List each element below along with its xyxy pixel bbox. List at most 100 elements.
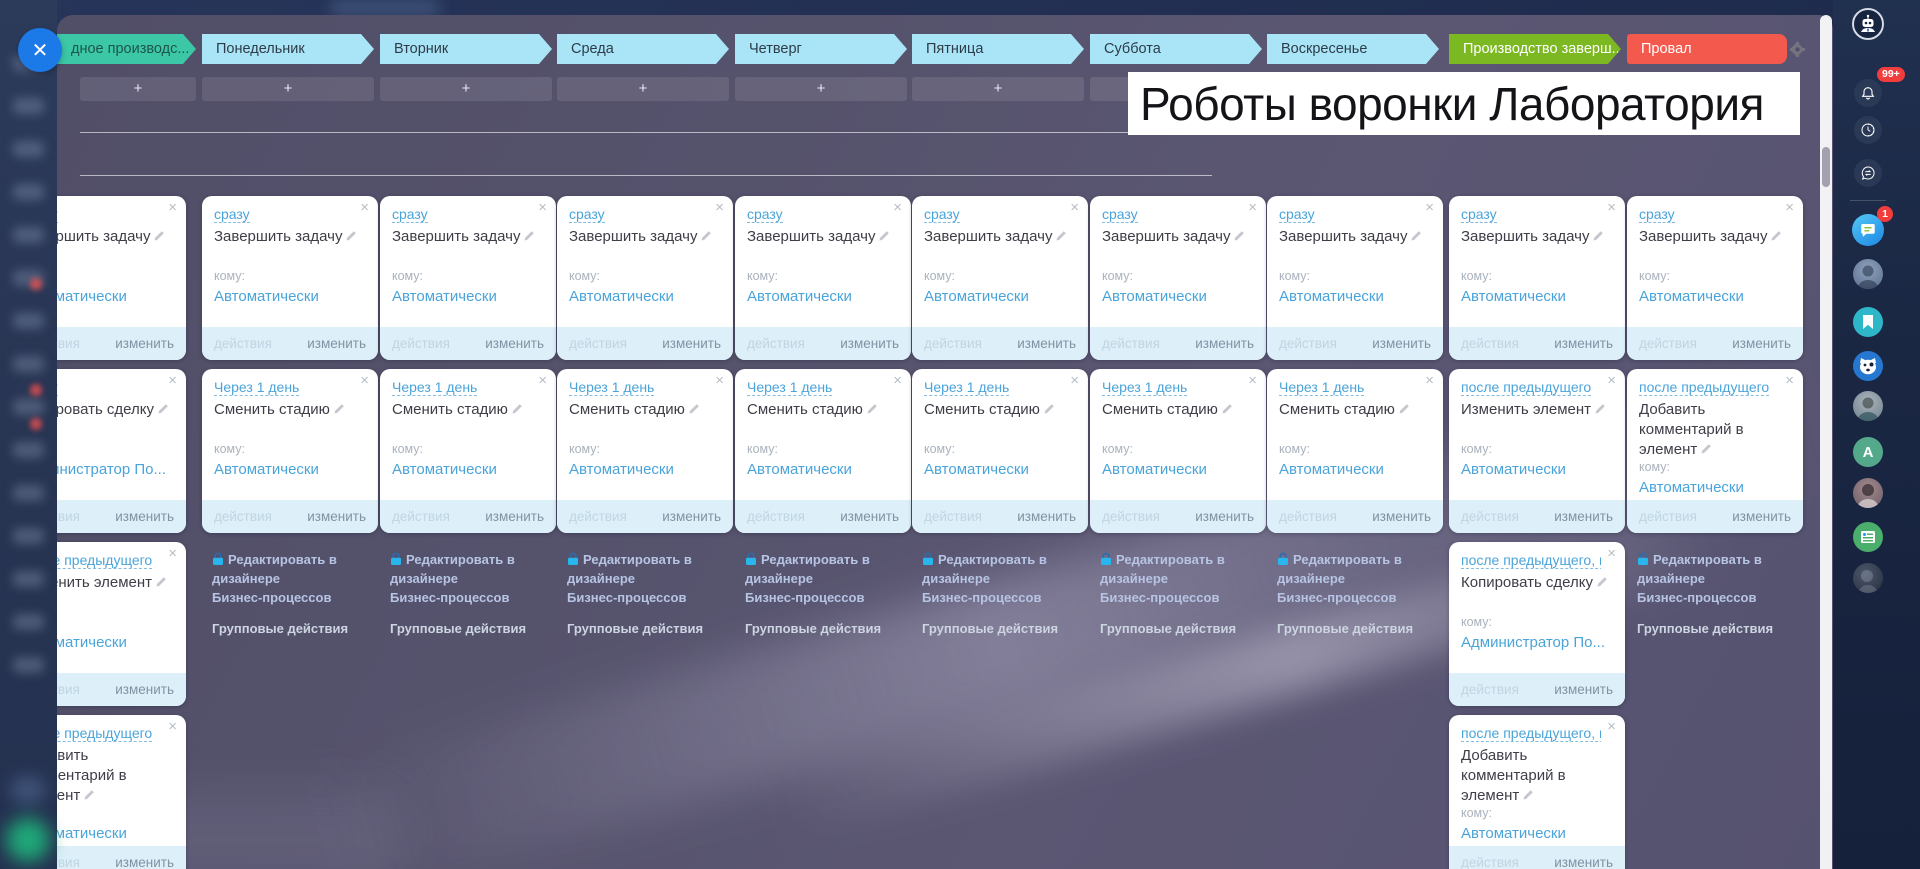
robot-action-title[interactable]: Завершить задачу xyxy=(392,227,546,269)
robot-trigger-link[interactable]: Через 1 день xyxy=(392,378,532,396)
robot-trigger-link[interactable]: сразу xyxy=(1461,205,1601,223)
actions-button[interactable]: действия xyxy=(214,509,272,524)
group-actions-link[interactable]: Групповые действия xyxy=(390,621,558,636)
delete-robot-icon[interactable]: × xyxy=(168,373,177,389)
group-actions-link[interactable]: Групповые действия xyxy=(212,621,380,636)
edit-in-bp-designer-link[interactable]: Редактировать в дизайнере Бизнес-процесс… xyxy=(1277,550,1445,607)
delete-robot-icon[interactable]: × xyxy=(168,719,177,735)
robot-target-link[interactable]: Автоматически xyxy=(1102,288,1254,305)
add-robot-button[interactable]: + xyxy=(912,77,1084,101)
edit-button[interactable]: изменить xyxy=(1554,682,1613,697)
robot-target-link[interactable]: Администратор По... xyxy=(1461,634,1613,651)
delete-robot-icon[interactable]: × xyxy=(1248,200,1257,216)
group-actions-link[interactable]: Групповые действия xyxy=(922,621,1090,636)
actions-button[interactable]: действия xyxy=(1461,682,1519,697)
user-avatar[interactable] xyxy=(1853,391,1883,421)
user-avatar[interactable] xyxy=(1853,259,1883,289)
add-robot-button[interactable]: + xyxy=(202,77,374,101)
edit-pencil-icon[interactable] xyxy=(1233,230,1245,242)
edit-button[interactable]: изменить xyxy=(1017,509,1076,524)
group-actions-link[interactable]: Групповые действия xyxy=(745,621,913,636)
edit-button[interactable]: изменить xyxy=(1195,336,1254,351)
robot-action-title[interactable]: Завершить задачу xyxy=(924,227,1078,269)
robot-trigger-link[interactable]: сразу xyxy=(1639,205,1779,223)
delete-robot-icon[interactable]: × xyxy=(1607,200,1616,216)
robot-trigger-link[interactable]: Через 1 день xyxy=(1102,378,1242,396)
stage-header-6[interactable]: Суббота xyxy=(1090,34,1262,64)
edit-button[interactable]: изменить xyxy=(840,336,899,351)
edit-pencil-icon[interactable] xyxy=(1700,443,1712,455)
delete-robot-icon[interactable]: × xyxy=(538,200,547,216)
robot-target-link[interactable]: Автоматически xyxy=(214,461,366,478)
sidebar-green-button[interactable] xyxy=(6,818,50,862)
edit-in-bp-designer-link[interactable]: Редактировать в дизайнере Бизнес-процесс… xyxy=(567,550,735,607)
robot-trigger-link[interactable]: сразу xyxy=(569,205,709,223)
robot-target-link[interactable]: Автоматически xyxy=(747,288,899,305)
edit-pencil-icon[interactable] xyxy=(688,403,700,415)
delete-robot-icon[interactable]: × xyxy=(538,373,547,389)
edit-pencil-icon[interactable] xyxy=(1410,230,1422,242)
robot-action-title[interactable]: Сменить стадию xyxy=(569,400,723,442)
actions-button[interactable]: действия xyxy=(747,509,805,524)
edit-pencil-icon[interactable] xyxy=(866,403,878,415)
delete-robot-icon[interactable]: × xyxy=(893,373,902,389)
edit-pencil-icon[interactable] xyxy=(155,576,167,588)
robot-target-link[interactable]: Автоматически xyxy=(1461,825,1613,842)
robot-action-title[interactable]: Завершить задачу xyxy=(569,227,723,269)
robot-trigger-link[interactable]: сразу xyxy=(747,205,887,223)
edit-button[interactable]: изменить xyxy=(1372,509,1431,524)
robot-trigger-link[interactable]: Через 1 день xyxy=(924,378,1064,396)
delete-robot-icon[interactable]: × xyxy=(1425,373,1434,389)
robot-trigger-link[interactable]: после предыдущего, п... xyxy=(1461,551,1601,569)
edit-button[interactable]: изменить xyxy=(115,855,174,869)
robot-target-link[interactable]: Автоматически xyxy=(924,288,1076,305)
edit-pencil-icon[interactable] xyxy=(1043,403,1055,415)
edit-pencil-icon[interactable] xyxy=(1596,576,1608,588)
letter-avatar[interactable]: A xyxy=(1853,437,1883,467)
actions-button[interactable]: действия xyxy=(1639,336,1697,351)
robot-trigger-link[interactable]: Через 1 день xyxy=(214,378,354,396)
robot-target-link[interactable]: Автоматически xyxy=(392,288,544,305)
edit-pencil-icon[interactable] xyxy=(1770,230,1782,242)
delete-robot-icon[interactable]: × xyxy=(360,373,369,389)
delete-robot-icon[interactable]: × xyxy=(1070,373,1079,389)
stage-header-0[interactable]: дное производс... xyxy=(57,34,196,64)
actions-button[interactable]: действия xyxy=(1279,336,1337,351)
edit-button[interactable]: изменить xyxy=(1732,509,1791,524)
edit-pencil-icon[interactable] xyxy=(1398,403,1410,415)
edit-button[interactable]: изменить xyxy=(307,509,366,524)
robot-action-title[interactable]: Сменить стадию xyxy=(1102,400,1256,442)
robot-target-link[interactable]: Автоматически xyxy=(1639,479,1791,496)
edit-pencil-icon[interactable] xyxy=(1221,403,1233,415)
actions-button[interactable]: действия xyxy=(569,336,627,351)
robot-action-title[interactable]: Добавить комментарий в элемент xyxy=(1639,400,1793,460)
stage-header-3[interactable]: Среда xyxy=(557,34,729,64)
robot-target-link[interactable]: Автоматически xyxy=(1279,461,1431,478)
support-chat-icon[interactable] xyxy=(1854,159,1882,187)
robot-action-title[interactable]: Сменить стадию xyxy=(214,400,368,442)
edit-pencil-icon[interactable] xyxy=(157,403,169,415)
history-clock-icon[interactable] xyxy=(1854,116,1882,144)
actions-button[interactable]: действия xyxy=(924,509,982,524)
actions-button[interactable]: действия xyxy=(1102,509,1160,524)
actions-button[interactable]: действия xyxy=(214,336,272,351)
robot-action-title[interactable]: Завершить задачу xyxy=(1639,227,1793,269)
edit-button[interactable]: изменить xyxy=(1195,509,1254,524)
panel-scrollbar[interactable] xyxy=(1820,15,1832,869)
robot-trigger-link[interactable]: после предыдущего xyxy=(1461,378,1601,396)
group-actions-link[interactable]: Групповые действия xyxy=(567,621,735,636)
actions-button[interactable]: действия xyxy=(1279,509,1337,524)
edit-pencil-icon[interactable] xyxy=(523,230,535,242)
edit-button[interactable]: изменить xyxy=(1554,509,1613,524)
actions-button[interactable]: действия xyxy=(1461,855,1519,869)
edit-button[interactable]: изменить xyxy=(115,336,174,351)
robot-action-title[interactable]: Копировать сделку xyxy=(1461,573,1615,615)
actions-button[interactable]: действия xyxy=(569,509,627,524)
edit-pencil-icon[interactable] xyxy=(700,230,712,242)
robot-trigger-link[interactable]: сразу xyxy=(1279,205,1419,223)
edit-pencil-icon[interactable] xyxy=(511,403,523,415)
actions-button[interactable]: действия xyxy=(1461,336,1519,351)
robot-target-link[interactable]: Автоматически xyxy=(569,461,721,478)
robot-action-title[interactable]: Сменить стадию xyxy=(924,400,1078,442)
edit-pencil-icon[interactable] xyxy=(345,230,357,242)
